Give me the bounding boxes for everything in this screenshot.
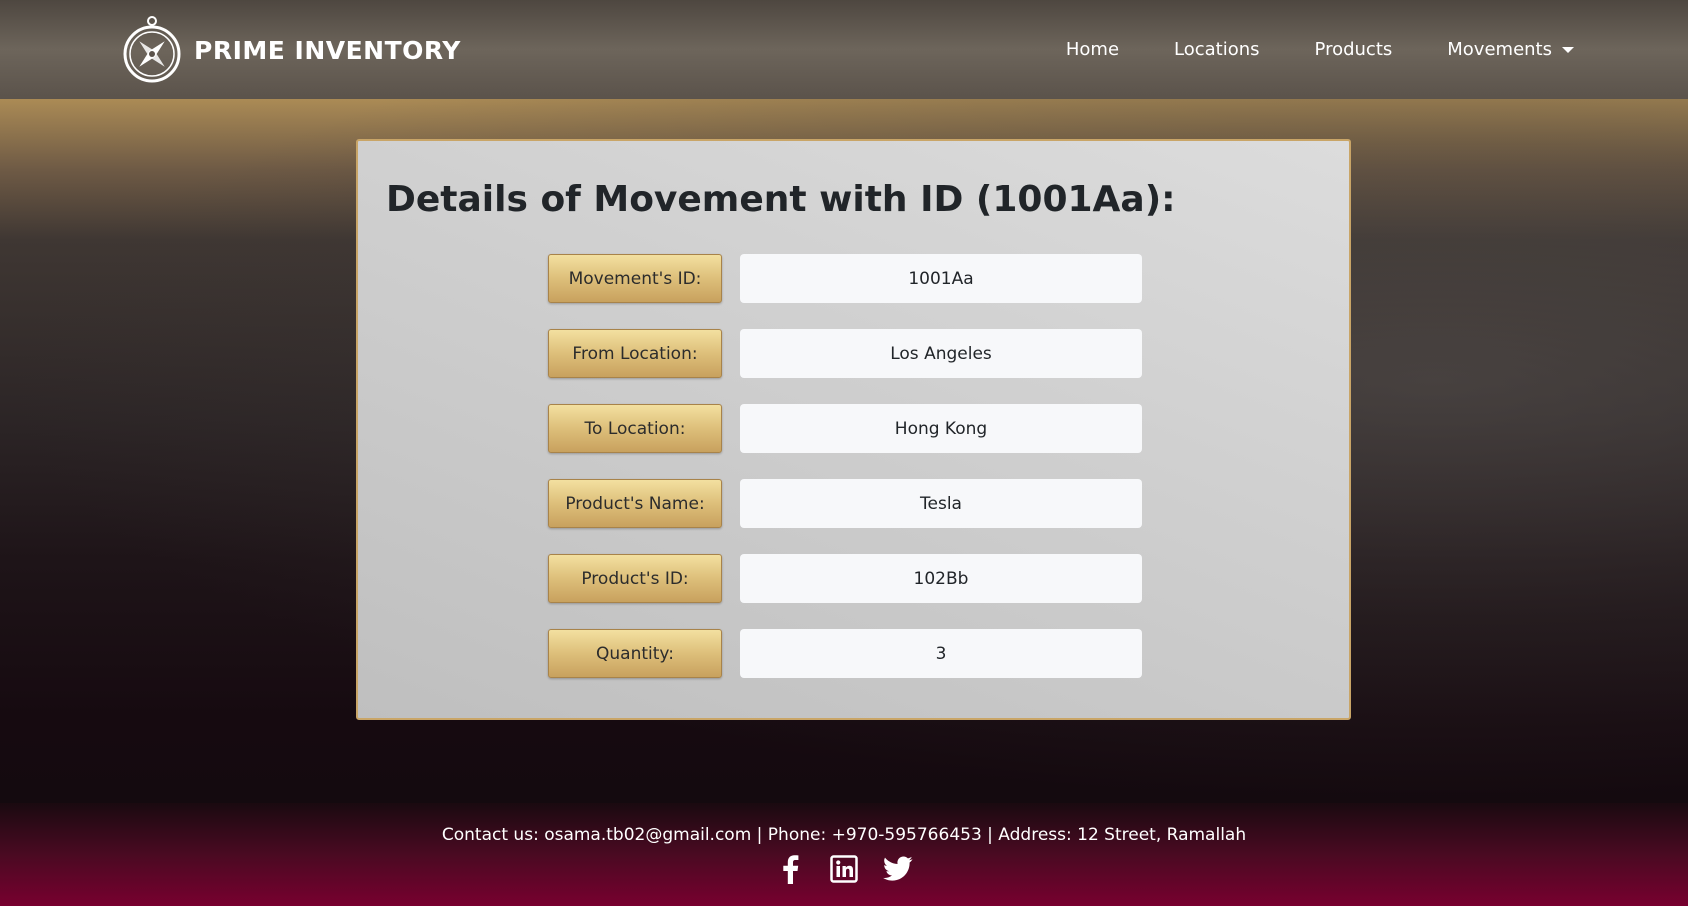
navbar: PRIME INVENTORY Home Locations Products … [0,0,1688,99]
detail-row-from-location: From Location: Los Angeles [548,329,1142,378]
detail-row-to-location: To Location: Hong Kong [548,404,1142,453]
detail-value: 3 [740,629,1142,678]
detail-value: 1001Aa [740,254,1142,303]
page-title: Details of Movement with ID (1001Aa): [386,179,1176,220]
detail-label: From Location: [548,329,722,378]
nav-link-locations[interactable]: Locations [1174,39,1260,60]
compass-icon [122,16,182,84]
footer-contact-text: Contact us: osama.tb02@gmail.com | Phone… [441,825,1247,845]
detail-label: Product's Name: [548,479,722,528]
nav-link-movements[interactable]: Movements [1447,39,1574,60]
footer: Contact us: osama.tb02@gmail.com | Phone… [0,803,1688,906]
detail-label: Product's ID: [548,554,722,603]
detail-value: Hong Kong [740,404,1142,453]
detail-row-product-name: Product's Name: Tesla [548,479,1142,528]
twitter-icon[interactable] [882,853,914,885]
facebook-icon[interactable] [774,853,806,885]
detail-value: 102Bb [740,554,1142,603]
detail-row-quantity: Quantity: 3 [548,629,1142,678]
brand[interactable]: PRIME INVENTORY [122,16,461,84]
details-list: Movement's ID: 1001Aa From Location: Los… [548,254,1142,704]
caret-down-icon [1562,46,1574,53]
social-links [0,853,1688,885]
nav-link-products[interactable]: Products [1315,39,1393,60]
detail-row-movement-id: Movement's ID: 1001Aa [548,254,1142,303]
nav-link-movements-label: Movements [1447,39,1552,60]
detail-value: Tesla [740,479,1142,528]
linkedin-icon[interactable] [828,853,860,885]
detail-label: To Location: [548,404,722,453]
brand-name: PRIME INVENTORY [194,35,461,65]
nav-link-home[interactable]: Home [1066,39,1119,60]
detail-row-product-id: Product's ID: 102Bb [548,554,1142,603]
nav-links: Home Locations Products Movements [1011,0,1574,99]
detail-value: Los Angeles [740,329,1142,378]
movement-details-card: Details of Movement with ID (1001Aa): Mo… [356,139,1351,720]
detail-label: Movement's ID: [548,254,722,303]
detail-label: Quantity: [548,629,722,678]
